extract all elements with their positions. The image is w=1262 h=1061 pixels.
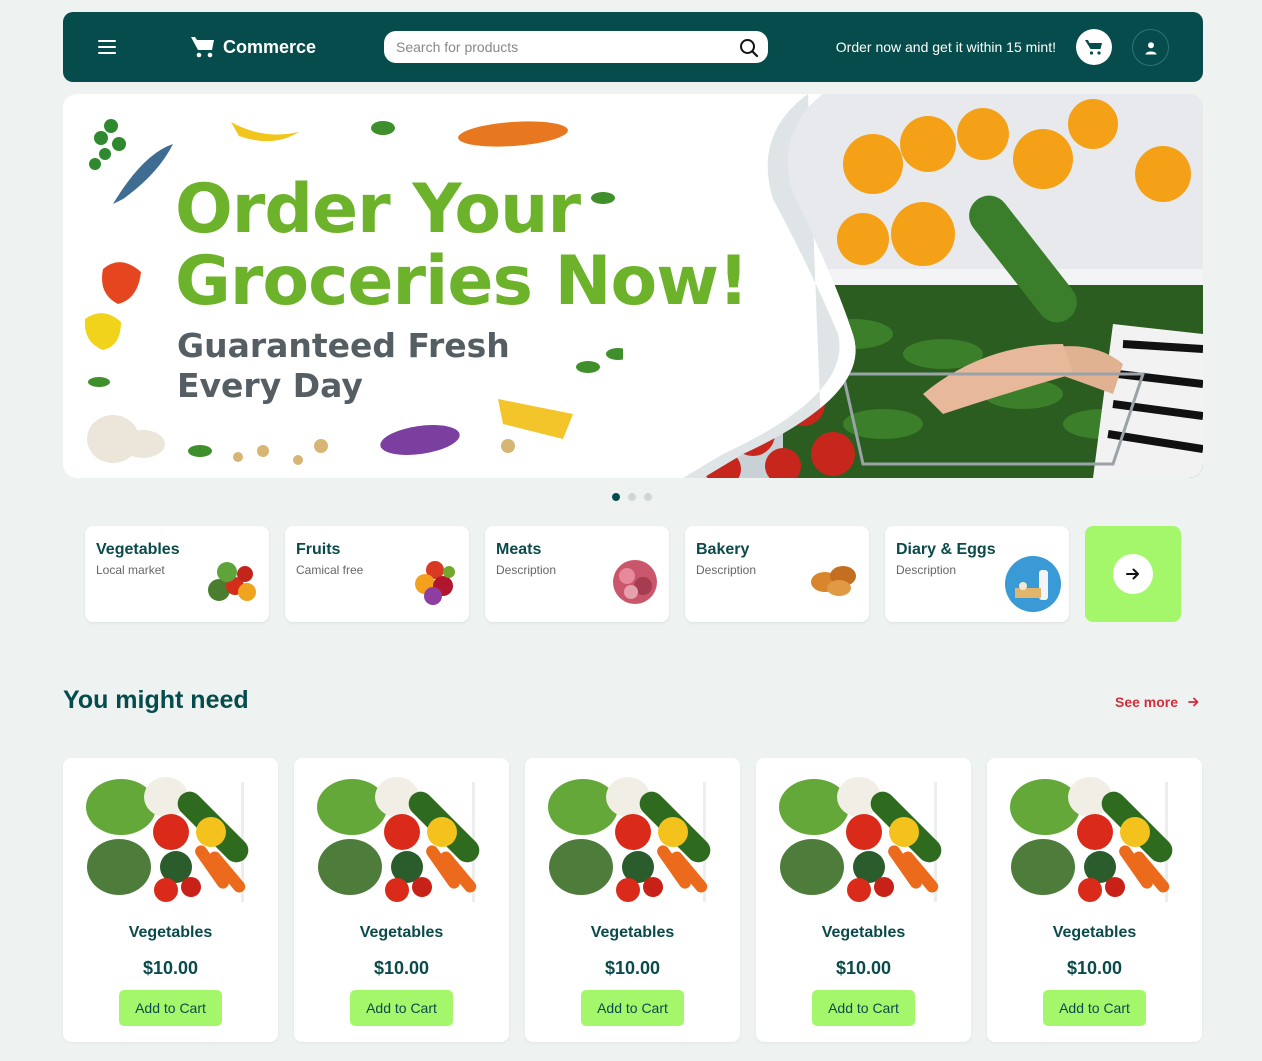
user-account-button[interactable] xyxy=(1132,29,1169,66)
product-card[interactable]: Vegetables $10.00 Add to Cart xyxy=(987,758,1202,1042)
vegetables-product-image xyxy=(317,777,480,902)
category-name: Vegetables xyxy=(96,541,180,558)
add-to-cart-button[interactable]: Add to Cart xyxy=(350,990,453,1026)
hero-subtitle-line-2: Every Day xyxy=(177,366,363,405)
category-name: Bakery xyxy=(696,541,750,558)
category-card-bakery[interactable]: Bakery Description xyxy=(685,526,869,622)
meats-image xyxy=(613,560,657,604)
cart-logo-icon xyxy=(191,37,214,58)
fruits-image xyxy=(415,561,455,605)
category-next-button[interactable] xyxy=(1085,526,1181,622)
vegetables-product-image xyxy=(86,777,249,902)
section-title: You might need xyxy=(63,686,249,714)
category-card-diary-eggs[interactable]: Diary & Eggs Description xyxy=(885,526,1069,622)
bakery-image xyxy=(811,566,856,596)
carousel-dot-2[interactable] xyxy=(628,493,636,501)
category-card-fruits[interactable]: Fruits Camical free xyxy=(285,526,469,622)
add-to-cart-button[interactable]: Add to Cart xyxy=(812,990,915,1026)
product-name: Vegetables xyxy=(359,924,444,941)
category-desc: Description xyxy=(496,563,557,577)
diary-eggs-image xyxy=(1005,556,1061,612)
arrow-right-icon xyxy=(1126,568,1139,580)
add-to-cart-button[interactable]: Add to Cart xyxy=(119,990,222,1026)
category-card-vegetables[interactable]: Vegetables Local market xyxy=(85,526,269,622)
category-desc: Camical free xyxy=(296,563,364,577)
logo[interactable]: Commerce xyxy=(189,34,316,60)
see-more-link[interactable]: See more xyxy=(1115,694,1199,710)
add-to-cart-button[interactable]: Add to Cart xyxy=(581,990,684,1026)
product-card[interactable]: Vegetables $10.00 Add to Cart xyxy=(294,758,509,1042)
carousel-dot-3[interactable] xyxy=(644,493,652,501)
product-price: $10.00 xyxy=(604,958,661,978)
logo-text: Commerce xyxy=(223,36,317,57)
vegetables-product-image xyxy=(779,777,942,902)
hero-banner[interactable]: Order Your Groceries Now! Guaranteed Fre… xyxy=(63,94,1203,478)
vegetables-product-image xyxy=(1010,777,1173,902)
product-card[interactable]: Vegetables $10.00 Add to Cart xyxy=(63,758,278,1042)
grocery-shopping-photo xyxy=(683,94,1203,478)
product-price: $10.00 xyxy=(1066,958,1123,978)
category-name: Meats xyxy=(496,541,542,558)
cart-button[interactable] xyxy=(1076,29,1112,65)
category-desc: Description xyxy=(896,563,957,577)
hamburger-menu-icon[interactable] xyxy=(98,40,116,54)
category-desc: Description xyxy=(696,563,757,577)
top-navbar: Commerce Order now and get it within 15 … xyxy=(63,12,1203,82)
arrow-right-icon xyxy=(1188,697,1199,707)
hero-subtitle-line-1: Guaranteed Fresh xyxy=(177,326,510,365)
vegetables-product-image xyxy=(548,777,711,902)
promo-text: Order now and get it within 15 mint! xyxy=(835,39,1056,55)
product-name: Vegetables xyxy=(1052,924,1137,941)
product-card[interactable]: Vegetables $10.00 Add to Cart xyxy=(756,758,971,1042)
category-desc: Local market xyxy=(96,563,165,577)
carousel-dot-1[interactable] xyxy=(612,493,620,501)
carousel-indicators xyxy=(612,493,652,501)
product-price: $10.00 xyxy=(142,958,199,978)
see-more-label: See more xyxy=(1115,694,1179,710)
search-input[interactable] xyxy=(384,31,724,63)
product-name: Vegetables xyxy=(821,924,906,941)
cart-icon xyxy=(1085,40,1102,55)
category-name: Diary & Eggs xyxy=(896,541,996,558)
user-icon xyxy=(1145,41,1156,54)
product-price: $10.00 xyxy=(835,958,892,978)
product-name: Vegetables xyxy=(590,924,675,941)
add-to-cart-button[interactable]: Add to Cart xyxy=(1043,990,1146,1026)
search-icon[interactable] xyxy=(739,38,759,58)
category-next-circle xyxy=(1113,554,1153,594)
product-name: Vegetables xyxy=(128,924,213,941)
category-name: Fruits xyxy=(296,541,341,558)
product-price: $10.00 xyxy=(373,958,430,978)
hero-subtitle: Guaranteed Fresh Every Day xyxy=(177,326,510,406)
category-card-meats[interactable]: Meats Description xyxy=(485,526,669,622)
vegetables-image xyxy=(208,562,256,601)
product-card[interactable]: Vegetables $10.00 Add to Cart xyxy=(525,758,740,1042)
search-bar xyxy=(384,31,768,63)
